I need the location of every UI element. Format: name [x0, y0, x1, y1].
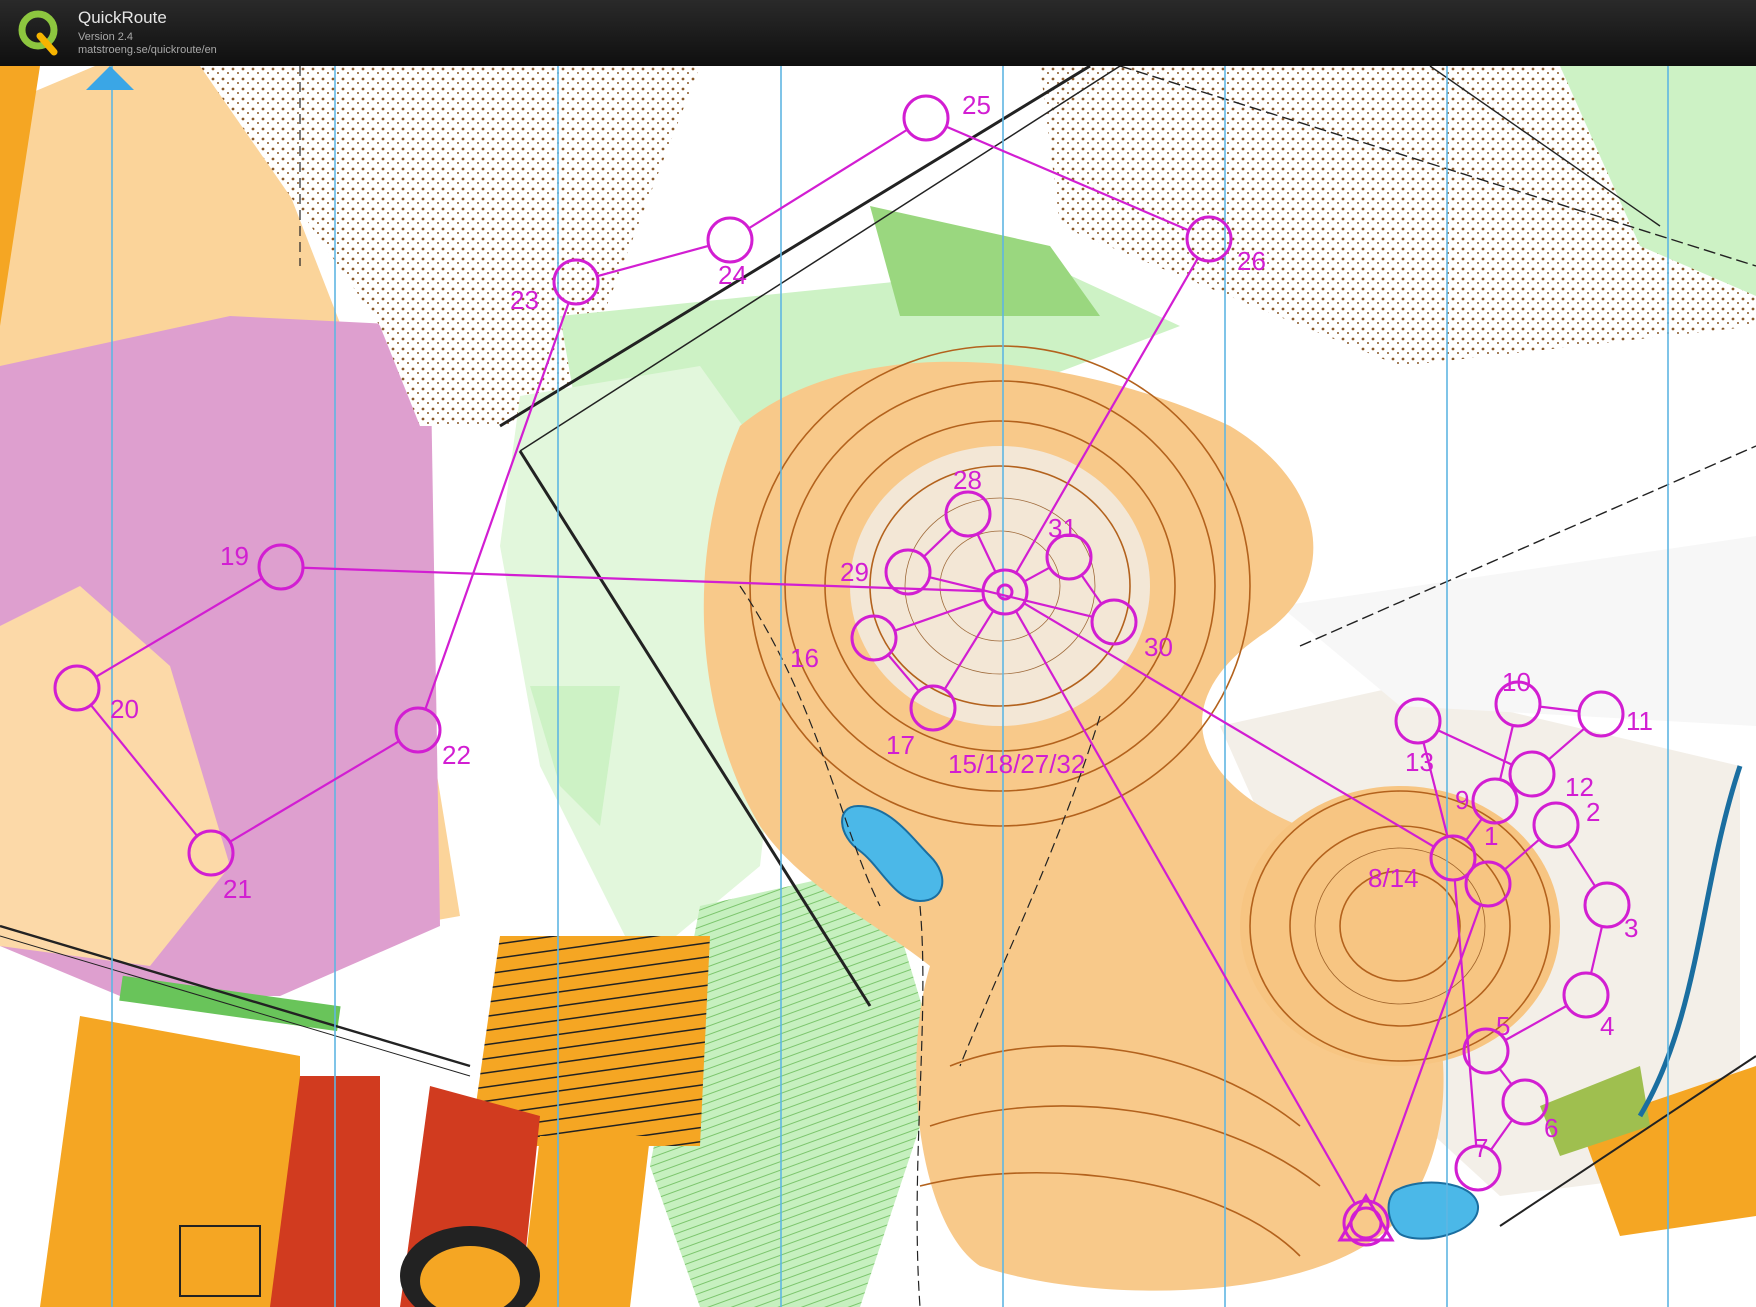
- title-bar: QuickRoute Version 2.4 matstroeng.se/qui…: [0, 0, 1756, 66]
- app-title: QuickRoute: [78, 8, 167, 27]
- control-number-label: 30: [1144, 632, 1173, 662]
- control-number-label: 11: [1626, 706, 1653, 736]
- control-number-label: 25: [962, 90, 991, 120]
- control-number-label: 17: [886, 730, 915, 760]
- control-number-label: 5: [1496, 1011, 1510, 1041]
- control-number-label: 26: [1237, 246, 1266, 276]
- control-number-label: 22: [442, 740, 471, 770]
- control-number-label: 31: [1048, 513, 1077, 543]
- control-number-label: 28: [953, 465, 982, 495]
- map-view[interactable]: 15/18/27/32 1 2 3 4 5 6 7 8/14 9 10 11 12 13 16 17 19 20 2…: [0, 66, 1756, 1307]
- control-number-label: 23: [510, 285, 539, 315]
- app-version: Version 2.4: [78, 31, 134, 43]
- control-number-label: 6: [1544, 1113, 1558, 1143]
- app-url-link[interactable]: matstroeng.se/quickroute/en: [78, 44, 217, 56]
- control-number-label: 3: [1624, 913, 1638, 943]
- control-number-label: 24: [718, 260, 747, 290]
- control-number-label: 19: [220, 541, 249, 571]
- control-number-label: 12: [1565, 772, 1594, 802]
- control-number-label: 10: [1502, 667, 1531, 697]
- control-number-label: 13: [1405, 747, 1434, 777]
- control-number-label: 7: [1474, 1133, 1488, 1163]
- quickroute-q-logo-icon: [18, 10, 58, 56]
- control-number-label: 20: [110, 694, 139, 724]
- control-number-label: 1: [1484, 821, 1498, 851]
- control-number-label: 21: [223, 874, 252, 904]
- control-number-label: 8/14: [1368, 863, 1419, 893]
- control-number-label: 4: [1600, 1011, 1614, 1041]
- control-number-label: 9: [1455, 785, 1469, 815]
- control-number-label: 29: [840, 557, 869, 587]
- control-number-label: 16: [790, 643, 819, 673]
- map-terrain: [0, 66, 1756, 1307]
- control-number-label: 15/18/27/32: [948, 749, 1085, 779]
